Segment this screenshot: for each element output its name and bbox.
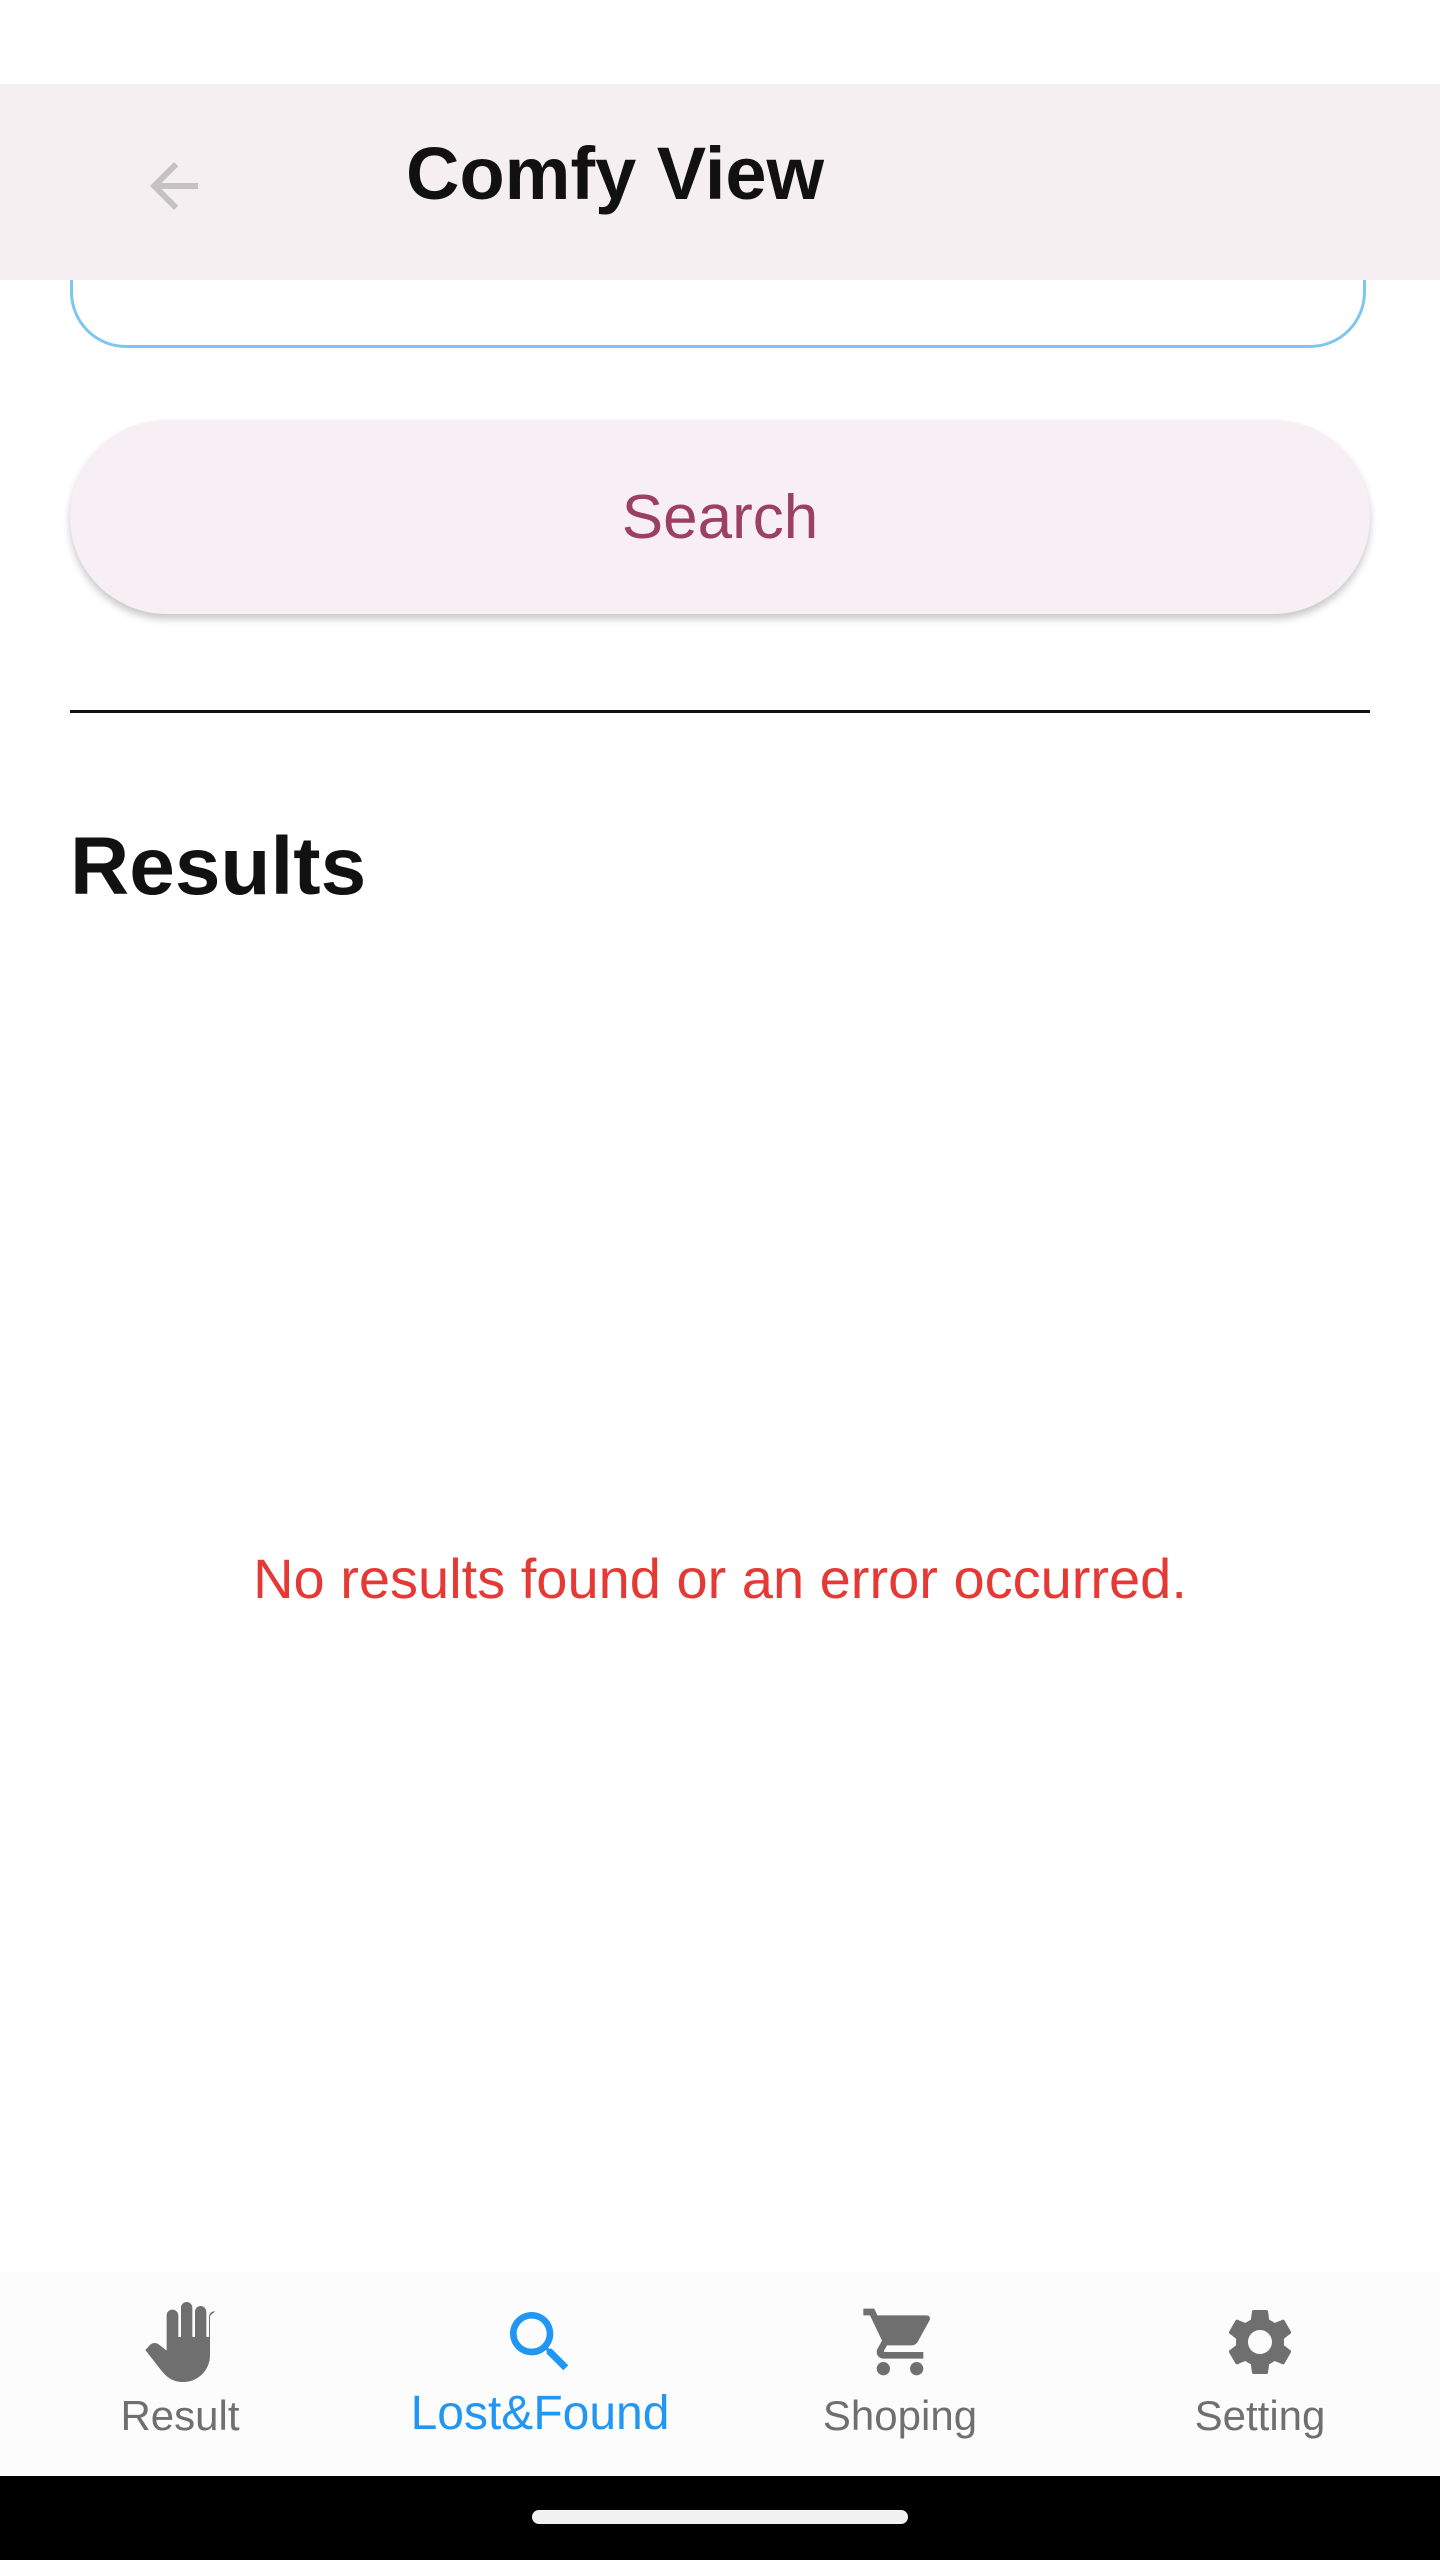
bottom-navigation: Result Lost&Found Shoping Setting bbox=[0, 2272, 1440, 2476]
nav-item-shopping[interactable]: Shoping bbox=[720, 2272, 1080, 2476]
page-title: Comfy View bbox=[406, 132, 825, 215]
nav-item-setting[interactable]: Setting bbox=[1080, 2272, 1440, 2476]
nav-label-lost-found: Lost&Found bbox=[410, 2387, 670, 2440]
app-bar: Comfy View bbox=[0, 84, 1440, 280]
search-button-label: Search bbox=[621, 482, 819, 552]
divider bbox=[70, 710, 1370, 713]
nav-item-result[interactable]: Result bbox=[0, 2272, 360, 2476]
arrow-back-icon bbox=[150, 162, 198, 210]
nav-label-shopping: Shoping bbox=[822, 2392, 978, 2439]
search-button[interactable]: Search bbox=[70, 420, 1370, 614]
results-heading: Results bbox=[70, 821, 367, 912]
hand-icon bbox=[145, 2302, 216, 2382]
gesture-bar bbox=[0, 2476, 1440, 2560]
nav-item-lost-found[interactable]: Lost&Found bbox=[360, 2272, 720, 2476]
nav-label-result: Result bbox=[120, 2392, 240, 2439]
gear-icon bbox=[1228, 2310, 1292, 2374]
back-button[interactable] bbox=[129, 141, 219, 231]
nav-label-setting: Setting bbox=[1194, 2392, 1326, 2439]
home-indicator[interactable] bbox=[532, 2510, 908, 2524]
status-bar bbox=[0, 0, 1440, 84]
search-icon bbox=[510, 2312, 569, 2371]
empty-results-message: No results found or an error occurred. bbox=[253, 1547, 1187, 1610]
cart-icon bbox=[863, 2308, 931, 2376]
